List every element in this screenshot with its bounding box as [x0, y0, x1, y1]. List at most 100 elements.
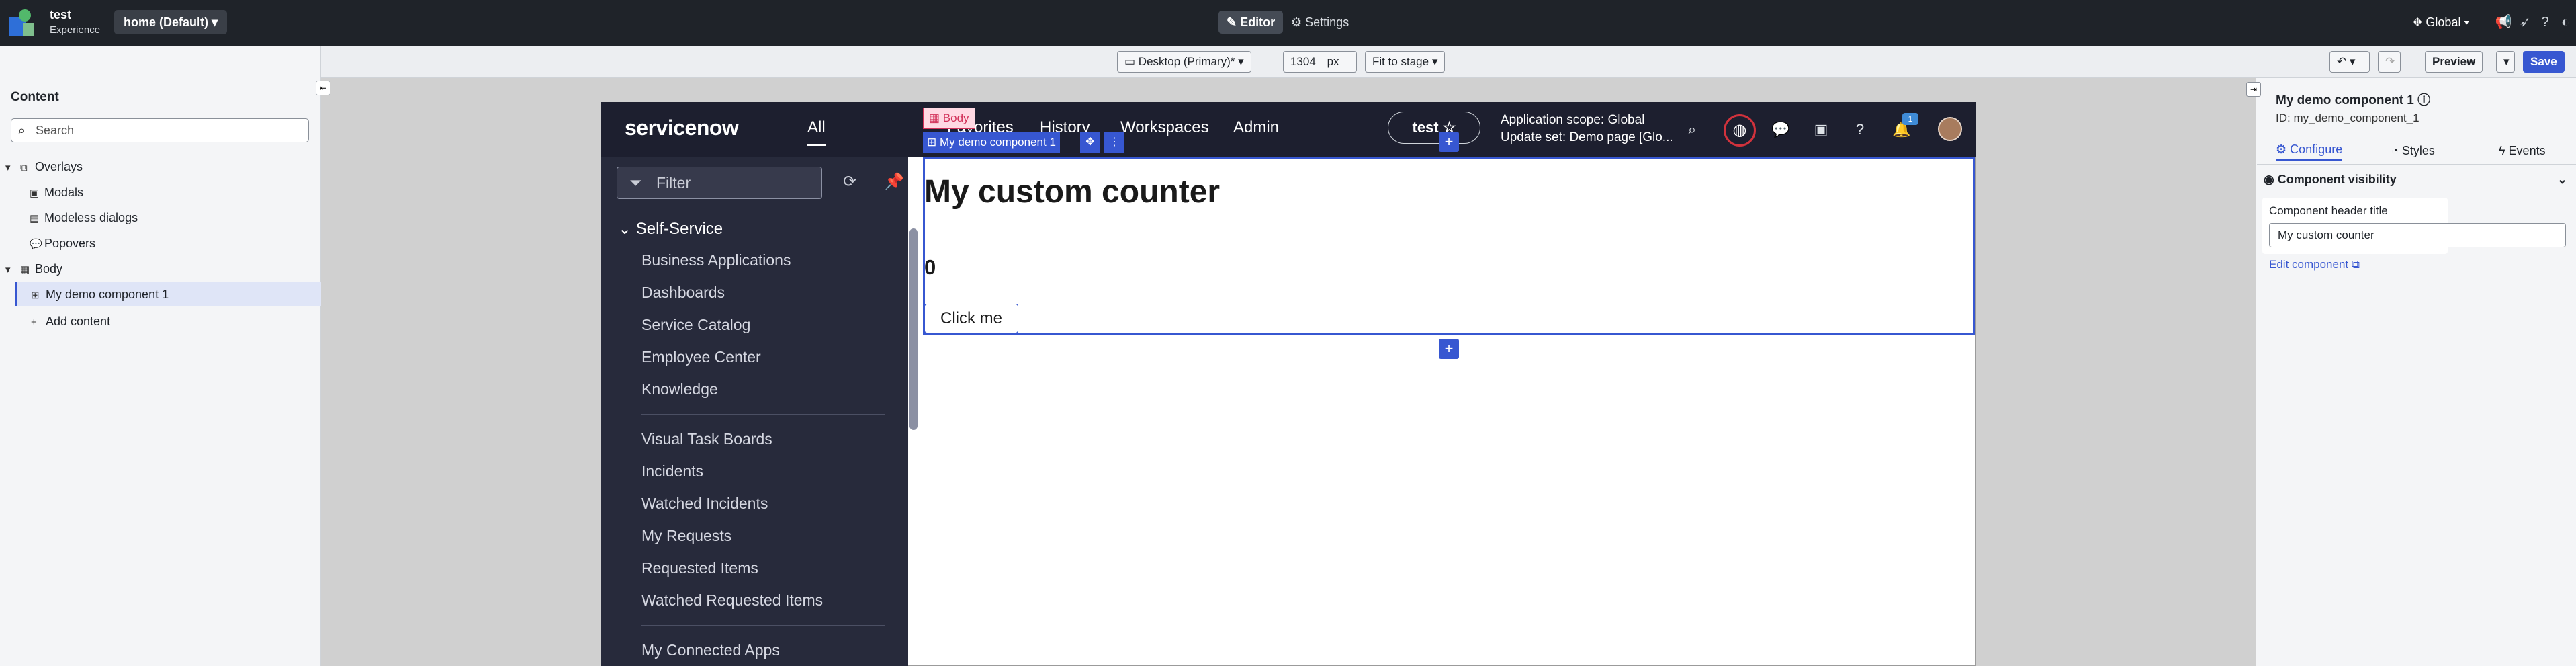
body-icon: ▦	[20, 264, 30, 276]
tree-label: Modals	[44, 185, 84, 199]
body-tag[interactable]: ▦ Body	[923, 108, 975, 129]
config-panel	[2256, 78, 2576, 666]
sidebar-scrollbar[interactable]	[909, 228, 918, 430]
collapse-right-panel-icon[interactable]: ⇥	[2246, 82, 2261, 97]
chevron-down-icon: ⌄	[2557, 173, 2567, 186]
megaphone-icon[interactable]: 📢	[2493, 12, 2514, 32]
save-button[interactable]: Save	[2523, 51, 2565, 73]
search-input[interactable]: ⌕ Search	[11, 118, 309, 142]
scope-label: Global	[2426, 15, 2461, 29]
nav-link[interactable]: Watched Requested Items	[641, 591, 823, 610]
nav-link[interactable]: Employee Center	[641, 348, 761, 366]
palette-icon: ◔	[2391, 144, 2399, 157]
help-icon[interactable]: ?	[2535, 12, 2555, 32]
scope-select[interactable]: ⛖ Global ▾	[2413, 11, 2469, 34]
tree-item-overlays[interactable]: ▾ ⧉ Overlays	[5, 155, 83, 179]
redo-button[interactable]: ↷	[2378, 51, 2401, 73]
edit-component-link[interactable]: Edit component ⧉	[2269, 258, 2360, 272]
editor-button[interactable]: ✎ Editor	[1218, 11, 1284, 34]
pin-icon[interactable]: 📌	[883, 171, 905, 194]
editor-label: Editor	[1240, 15, 1276, 29]
theme-icon[interactable]: ◐	[2555, 12, 2575, 32]
tree-item-my-demo-component[interactable]: ⊞ My demo component 1	[15, 282, 321, 306]
width-value: 1304	[1290, 55, 1316, 68]
add-above-button[interactable]: +	[1439, 132, 1459, 152]
tree-item-modeless-dialogs[interactable]: ▤ Modeless dialogs	[30, 206, 138, 230]
refresh-icon[interactable]: ⟳	[838, 171, 861, 194]
plus-icon: +	[31, 317, 37, 328]
tree-item-body[interactable]: ▾ ▦ Body	[5, 257, 62, 281]
nav-admin[interactable]: Admin	[1233, 118, 1279, 137]
scope-line-2: Update set: Demo page [Glo...	[1501, 130, 1673, 144]
help-icon[interactable]: ?	[1850, 120, 1870, 140]
component-name: My demo component 1 ⓘ	[2276, 90, 2430, 108]
visibility-section-header[interactable]: ◉ Component visibility ⌄	[2264, 169, 2567, 190]
screen-icon[interactable]: ▣	[1811, 120, 1831, 140]
panel-title: Content	[11, 90, 59, 104]
preview-button[interactable]: Preview	[2425, 51, 2483, 73]
tab-styles[interactable]: ◔ Styles	[2391, 141, 2435, 160]
globe-icon[interactable]: ◍	[1724, 114, 1756, 147]
lightning-icon: ϟ	[2499, 144, 2505, 157]
tree-item-modals[interactable]: ▣ Modals	[30, 180, 83, 204]
tree-item-popovers[interactable]: 💬 Popovers	[30, 231, 95, 255]
width-input[interactable]: 1304 px	[1283, 51, 1357, 73]
preview-label: Preview	[2432, 55, 2476, 68]
dialog-icon: ▤	[30, 213, 40, 224]
user-chip[interactable]: test ☆	[1388, 112, 1480, 144]
info-icon[interactable]: ⓘ	[2417, 93, 2430, 108]
more-options-icon[interactable]: ⋮	[1104, 132, 1124, 153]
search-icon[interactable]: ⌕	[1682, 120, 1702, 140]
search-icon: ⌕	[18, 124, 26, 137]
move-icon[interactable]: ✥	[1080, 132, 1100, 153]
edit-label: Edit component	[2269, 258, 2349, 271]
chat-icon[interactable]: 💬	[1771, 120, 1791, 140]
avatar[interactable]	[1938, 117, 1962, 141]
nav-link[interactable]: Knowledge	[641, 380, 718, 399]
tab-configure[interactable]: ⚙ Configure	[2276, 140, 2343, 161]
tree-label: Overlays	[35, 160, 83, 173]
nav-link[interactable]: My Connected Apps	[641, 641, 780, 659]
nav-link[interactable]: Business Applications	[641, 251, 791, 269]
filter-placeholder: Filter	[656, 174, 691, 192]
nav-link[interactable]: Dashboards	[641, 284, 725, 302]
nav-link[interactable]: Watched Incidents	[641, 495, 768, 513]
nav-link[interactable]: My Requests	[641, 527, 731, 545]
page-select-label: home (Default)	[124, 15, 208, 29]
tab-events[interactable]: ϟ Events	[2499, 141, 2546, 160]
nav-all[interactable]: All	[807, 118, 826, 146]
collapse-panel-icon[interactable]: ⇤	[316, 81, 330, 95]
device-select[interactable]: ▭ Desktop (Primary)* ▾	[1117, 51, 1251, 73]
undo-button[interactable]: ↶ ▾	[2329, 51, 2370, 73]
nav-link[interactable]: Visual Task Boards	[641, 430, 772, 448]
preview-options-button[interactable]: ▾	[2496, 51, 2515, 73]
section-title: Component visibility	[2277, 173, 2397, 186]
tree-label: Body	[35, 262, 63, 276]
component-id: ID: my_demo_component_1	[2276, 112, 2419, 124]
notification-badge: 1	[1902, 113, 1918, 125]
nav-link[interactable]: Requested Items	[641, 559, 758, 577]
caret-down-icon: ▾	[5, 264, 11, 276]
redo-icon: ↷	[2385, 55, 2395, 68]
fit-select[interactable]: Fit to stage ▾	[1365, 51, 1446, 73]
add-content-button[interactable]: + Add content	[31, 309, 110, 333]
nav-link[interactable]: Incidents	[641, 462, 703, 481]
category-self-service[interactable]: ⌄ Self-Service	[618, 219, 723, 239]
filter-input[interactable]: ⏷ Filter	[617, 167, 822, 199]
settings-button[interactable]: ⚙ Settings	[1291, 11, 1349, 34]
servicenow-logo[interactable]: servicenow	[625, 116, 739, 140]
settings-label: Settings	[1305, 15, 1349, 29]
nav-link[interactable]: Service Catalog	[641, 316, 750, 334]
add-below-button[interactable]: +	[1439, 339, 1459, 359]
caret-down-icon: ▾	[5, 162, 11, 173]
gear-icon: ⚙	[1291, 15, 1302, 29]
rocket-icon[interactable]: ➶	[2515, 12, 2535, 32]
divider	[641, 625, 885, 626]
header-title-input[interactable]: My custom counter	[2269, 223, 2566, 247]
nav-workspaces[interactable]: Workspaces	[1120, 118, 1209, 137]
component-label-tag[interactable]: ⊞ My demo component 1	[923, 132, 1060, 153]
tree-label: Popovers	[44, 237, 96, 250]
save-label: Save	[2530, 55, 2557, 68]
tree-label: My demo component 1	[46, 288, 169, 301]
page-select[interactable]: home (Default) ▾	[114, 10, 228, 34]
